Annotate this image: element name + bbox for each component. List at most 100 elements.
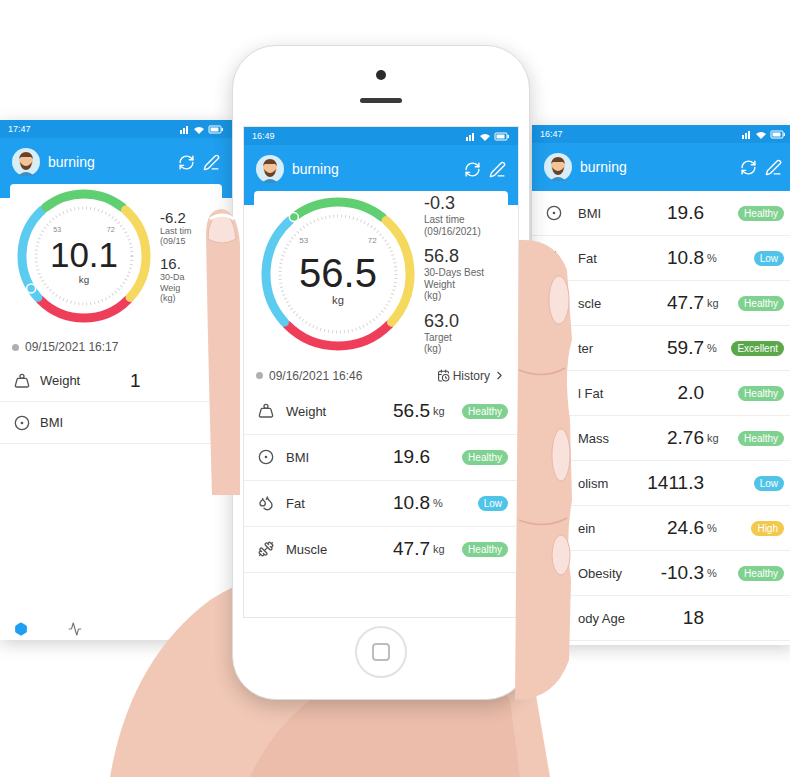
metric-value: 2.0 [678,382,704,404]
avatar-icon[interactable] [12,148,40,176]
stat-value: 63.0 [424,311,484,332]
edit-icon[interactable] [203,154,220,171]
metric-row[interactable]: BMI19.6Healthy [532,191,790,236]
stat-label: (kg) [424,343,484,355]
status-badge: High [751,521,784,536]
stat-label: Last tim [160,226,192,236]
history-link[interactable]: History [437,369,506,383]
stat-label: Weig [160,283,192,293]
metric-label: ter [578,341,667,356]
status-badge: Healthy [738,296,784,311]
stat-label: (kg) [160,293,192,303]
gauge-marker [27,284,36,293]
stat-value: -0.3 [424,193,484,214]
phone: 16:49burning537256.5kg-0.3Last time(09/1… [232,45,530,700]
svg-text:kg: kg [332,294,344,306]
metric-row[interactable]: Weight56.5kgHealthy [244,389,518,435]
status-badge: Excellent [731,341,784,356]
refresh-icon[interactable] [464,161,481,178]
weight-icon [14,373,30,389]
stat-value: 56.8 [424,246,484,267]
metric-row[interactable]: BMI19.6Healthy [244,435,518,481]
metric-value: 19.6 [393,446,430,468]
metric-value: -10.3 [661,562,704,584]
avatar-icon[interactable] [544,153,572,181]
stat-label: Target [424,332,484,344]
status-badge: Low [754,476,784,491]
edit-icon[interactable] [765,159,782,176]
status-time: 17:47 [8,124,31,134]
metric-unit: kg [430,405,452,417]
avatar-icon[interactable] [256,155,284,183]
user-name[interactable]: burning [292,161,456,177]
stat-item: 56.830-Days BestWeight(kg) [424,246,484,302]
chevron-right-icon [493,369,506,382]
metric-unit: % [430,497,452,509]
stat-item: 63.0Target(kg) [424,311,484,355]
metric-unit: kg [704,297,726,309]
home-button[interactable] [355,626,407,678]
svg-text:kg: kg [79,274,89,285]
status-bar: 17:47 [0,120,232,138]
metric-value: 1 [130,370,141,392]
status-badge: Healthy [462,542,508,557]
metric-label: ein [578,521,667,536]
metric-label: Fat [578,251,667,266]
stat-value: 16. [160,255,192,272]
metric-value: 10.8 [393,492,430,514]
metric-label: Weight [40,373,130,388]
metric-row[interactable]: Muscle47.7kgHealthy [244,527,518,573]
metric-row[interactable]: Weight1 [0,360,232,402]
measure-date: 09/15/2021 16:17 [12,340,118,354]
weight-card: 537256.5kg-0.3Last time(09/16/2021)56.83… [254,191,508,357]
gauge-marker [289,212,298,221]
weight-card: 537210.1kg-6.2Last tim(09/1516.30-DaWeig… [10,184,222,328]
date-row: 09/15/2021 16:17 [0,328,232,360]
metric-row[interactable]: Fat10.8%Low [244,481,518,527]
metric-row[interactable]: BMI [0,402,232,444]
refresh-icon[interactable] [740,159,757,176]
date-row: 09/16/2021 16:46History [244,357,518,389]
right-screenshot: 16:47burningBMI19.6HealthyFat10.8%Lowscl… [532,125,790,645]
metric-unit: % [704,252,726,264]
metric-row[interactable]: scle47.7kgHealthy [532,281,790,326]
metric-label: Weight [286,404,393,419]
svg-text:72: 72 [107,226,115,233]
status-badge: Healthy [462,404,508,419]
metric-row[interactable]: ein24.6%High [532,506,790,551]
metric-value: 1411.3 [647,472,704,494]
metric-row[interactable]: ody Age18 [532,596,790,641]
svg-text:72: 72 [368,236,377,245]
metric-label: Fat [286,496,393,511]
metric-value: 47.7 [393,538,430,560]
stat-item: -6.2Last tim(09/15 [160,209,192,247]
metric-label: BMI [40,415,130,430]
home-icon[interactable] [14,622,28,636]
metric-value: 47.7 [667,292,704,314]
refresh-icon[interactable] [178,154,195,171]
status-icons [742,130,786,139]
metric-row[interactable]: Fat10.8%Low [532,236,790,281]
metric-value: 10.8 [667,247,704,269]
stat-value: -6.2 [160,209,192,226]
metric-label: BMI [578,206,667,221]
metric-unit: kg [430,543,452,555]
muscle-icon [258,541,274,557]
stats-column: -6.2Last tim(09/1516.30-DaWeig(kg) [160,209,192,304]
edit-icon[interactable] [489,161,506,178]
metric-value: 19.6 [667,202,704,224]
speaker [360,98,402,103]
status-badge: Healthy [462,450,508,465]
user-name[interactable]: burning [580,159,732,175]
status-bar: 16:47 [532,125,790,143]
phone-screen: 16:49burning537256.5kg-0.3Last time(09/1… [243,126,519,618]
weight-gauge: 537210.1kg [14,186,154,326]
metric-label: l Fat [578,386,678,401]
trend-icon[interactable] [68,622,82,636]
stat-label: Last time [424,214,484,226]
stats-column: -0.3Last time(09/16/2021)56.830-Days Bes… [424,193,484,355]
calendar-icon [437,369,450,382]
status-badge: Healthy [738,431,784,446]
metric-row[interactable]: l Fat2.0Healthy [532,371,790,416]
user-name[interactable]: burning [48,154,170,170]
